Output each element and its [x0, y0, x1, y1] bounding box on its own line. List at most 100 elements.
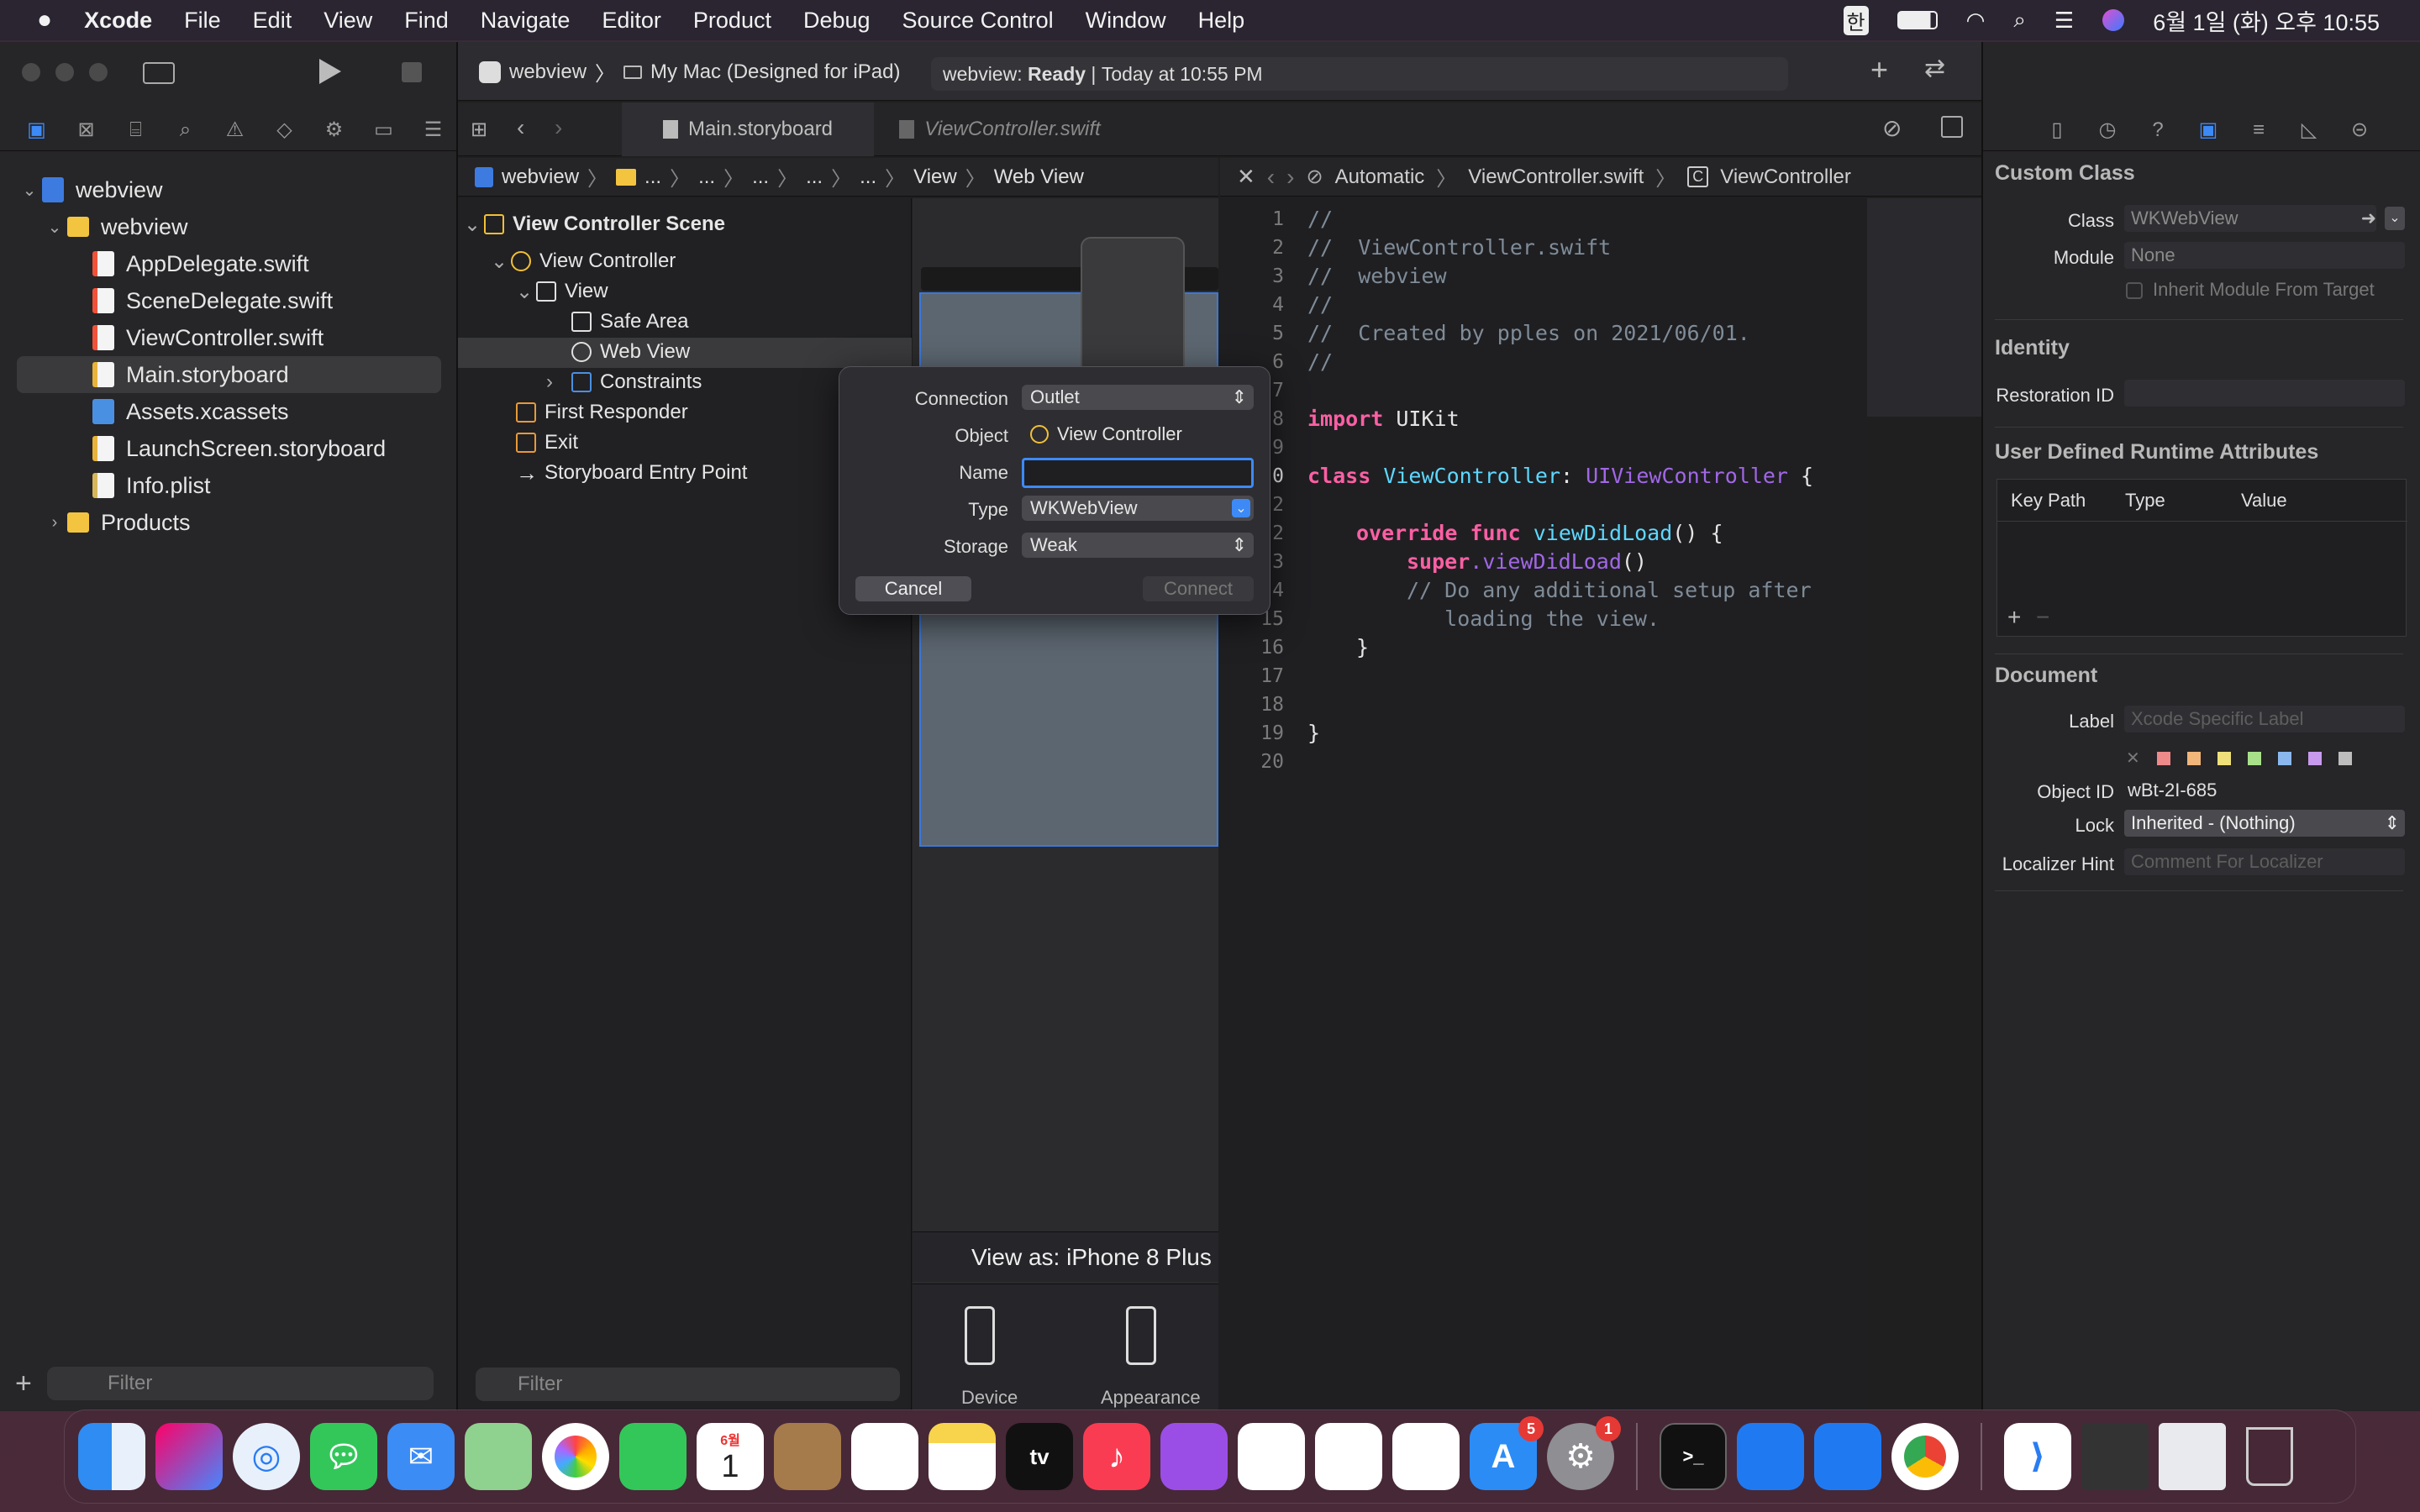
class-combobox[interactable]: WKWebView ➜ — [2124, 205, 2376, 232]
line-number[interactable]: 5 — [1220, 323, 1284, 344]
line-number[interactable]: 2 — [1220, 237, 1284, 259]
storage-select[interactable]: Weak ⇕ — [1022, 533, 1254, 558]
file-inspector-icon[interactable]: ▯ — [2032, 118, 2082, 142]
color-swatch-gray[interactable] — [2338, 751, 2352, 765]
line-number[interactable]: 3 — [1220, 265, 1284, 287]
label-color-swatches[interactable]: ✕ — [2126, 748, 2352, 769]
identity-inspector-icon[interactable]: ▣ — [2183, 118, 2233, 142]
line-number[interactable]: 1 — [1220, 208, 1284, 230]
jump-bar-item[interactable]: ViewController — [1720, 165, 1851, 189]
breakpoint-navigator-icon[interactable]: ▭ — [359, 118, 408, 142]
jump-bar-item[interactable]: Web View — [994, 165, 1084, 189]
back-icon[interactable]: ‹ — [517, 114, 524, 141]
line-number[interactable]: 4 — [1220, 294, 1284, 316]
chevron-down-icon[interactable]: ⌄ — [1232, 499, 1250, 517]
messages-icon[interactable]: 💬︎ — [310, 1423, 377, 1490]
color-swatch-purple[interactable] — [2307, 751, 2322, 765]
minimize-window-button[interactable] — [55, 63, 74, 81]
find-navigator-icon[interactable]: ⌕ — [160, 118, 210, 142]
reminders-icon[interactable] — [851, 1423, 918, 1490]
xcode-beta-icon[interactable] — [1814, 1423, 1881, 1490]
disclosure-open-icon[interactable]: ⌄ — [491, 249, 511, 274]
scheme-selector[interactable]: webview 〉 My Mac (Designed for iPad) — [479, 57, 900, 87]
assistant-icon[interactable]: ⊘ — [1882, 114, 1902, 142]
no-color-icon[interactable]: ✕ — [2126, 748, 2140, 769]
cancel-button[interactable]: Cancel — [855, 576, 971, 601]
localizer-hint-input[interactable]: Comment For Localizer — [2124, 848, 2405, 875]
line-number[interactable]: 19 — [1220, 722, 1284, 744]
navigator-file-row[interactable]: Assets.xcassets — [92, 393, 289, 430]
jump-bar-item[interactable]: ... — [806, 165, 823, 189]
forward-icon[interactable]: › — [1286, 164, 1294, 191]
code-minimap[interactable] — [1867, 198, 1981, 417]
library-add-icon[interactable]: + — [1870, 52, 1888, 87]
appearance-phone-icon[interactable] — [1126, 1306, 1156, 1365]
podcasts-icon[interactable] — [1160, 1423, 1228, 1490]
size-inspector-icon[interactable]: ◺ — [2284, 118, 2334, 142]
zoom-window-button[interactable] — [89, 63, 108, 81]
chrome-icon[interactable] — [1891, 1423, 1959, 1490]
jump-bar-item[interactable]: Automatic — [1335, 165, 1425, 189]
navigator-group-row[interactable]: ⌄ webview — [42, 208, 188, 245]
module-combobox[interactable]: None — [2124, 242, 2405, 269]
menu-debug[interactable]: Debug — [803, 8, 871, 34]
code-review-icon[interactable]: ⇄ — [1924, 54, 1945, 83]
debug-navigator-icon[interactable]: ⚙ — [309, 118, 359, 142]
outline-entry-point-row[interactable]: → Storyboard Entry Point — [516, 459, 747, 487]
related-items-icon[interactable]: ⊘ — [1306, 165, 1323, 189]
menu-file[interactable]: File — [184, 8, 221, 34]
launchpad-icon[interactable] — [155, 1423, 223, 1490]
disclosure-closed-icon[interactable]: › — [42, 513, 67, 533]
facetime-icon[interactable] — [619, 1423, 687, 1490]
outline-constraints-row[interactable]: › Constraints — [546, 368, 702, 396]
navigator-project-row[interactable]: ⌄ webview — [17, 171, 163, 208]
color-swatch-yellow[interactable] — [2217, 751, 2231, 765]
disclosure-open-icon[interactable]: ⌄ — [464, 213, 484, 237]
device-phone-icon[interactable] — [965, 1306, 995, 1365]
jump-bar-item[interactable]: ... — [698, 165, 715, 189]
column-keypath[interactable]: Key Path — [2011, 490, 2086, 512]
apple-tv-icon[interactable]: tv — [1006, 1423, 1073, 1490]
music-icon[interactable]: ♪ — [1083, 1423, 1150, 1490]
terminal-icon[interactable]: >_ — [1660, 1423, 1727, 1490]
finder-icon[interactable] — [78, 1423, 145, 1490]
line-number[interactable]: 17 — [1220, 665, 1284, 687]
arrow-circle-icon[interactable]: ➜ — [2361, 207, 2376, 229]
issue-navigator-icon[interactable]: ⚠ — [210, 118, 260, 142]
navigator-file-row[interactable]: SceneDelegate.swift — [92, 282, 333, 319]
input-method-indicator[interactable]: 한 — [1843, 5, 1869, 35]
code-editor[interactable] — [1220, 198, 1867, 1411]
vscode-icon[interactable]: ⟩ — [2004, 1423, 2071, 1490]
menu-window[interactable]: Window — [1086, 8, 1166, 34]
contacts-icon[interactable] — [774, 1423, 841, 1490]
outline-exit-row[interactable]: Exit — [516, 428, 578, 457]
close-window-button[interactable] — [22, 63, 40, 81]
project-navigator-icon[interactable]: ▣ — [12, 118, 61, 142]
jump-bar-item[interactable]: ViewController.swift — [1468, 165, 1644, 189]
type-combobox[interactable]: WKWebView ⌄ — [1022, 496, 1254, 521]
jump-bar-item[interactable]: ... — [860, 165, 876, 189]
recent-document-thumbnail[interactable] — [2159, 1423, 2226, 1490]
lock-select[interactable]: Inherited - (Nothing) ⇕ — [2124, 810, 2405, 837]
outlet-name-input[interactable] — [1022, 458, 1254, 488]
outline-scene-row[interactable]: ⌄ View Controller Scene — [464, 210, 725, 239]
outline-view-row[interactable]: ⌄ View — [516, 277, 608, 306]
connect-button[interactable]: Connect — [1143, 576, 1254, 601]
color-swatch-orange[interactable] — [2186, 751, 2201, 765]
source-control-navigator-icon[interactable]: ⊠ — [61, 118, 111, 142]
outline-first-responder-row[interactable]: First Responder — [516, 398, 688, 427]
symbol-navigator-icon[interactable]: ⌸ — [111, 118, 160, 142]
outline-safe-area-row[interactable]: Safe Area — [571, 307, 688, 336]
menu-editor[interactable]: Editor — [602, 8, 661, 34]
add-editor-icon[interactable] — [1941, 116, 1963, 138]
numbers-icon[interactable] — [1315, 1423, 1382, 1490]
column-value[interactable]: Value — [2241, 490, 2287, 512]
navigator-file-row[interactable]: LaunchScreen.storyboard — [92, 430, 386, 467]
disclosure-open-icon[interactable]: ⌄ — [17, 180, 42, 201]
line-number[interactable]: 18 — [1220, 694, 1284, 716]
safari-icon[interactable]: ◎ — [233, 1423, 300, 1490]
connections-inspector-icon[interactable]: ⊝ — [2334, 118, 2385, 142]
add-attribute-icon[interactable]: + — [2007, 604, 2021, 631]
column-type[interactable]: Type — [2125, 490, 2165, 512]
calendar-icon[interactable]: 6월 1 — [697, 1423, 764, 1490]
